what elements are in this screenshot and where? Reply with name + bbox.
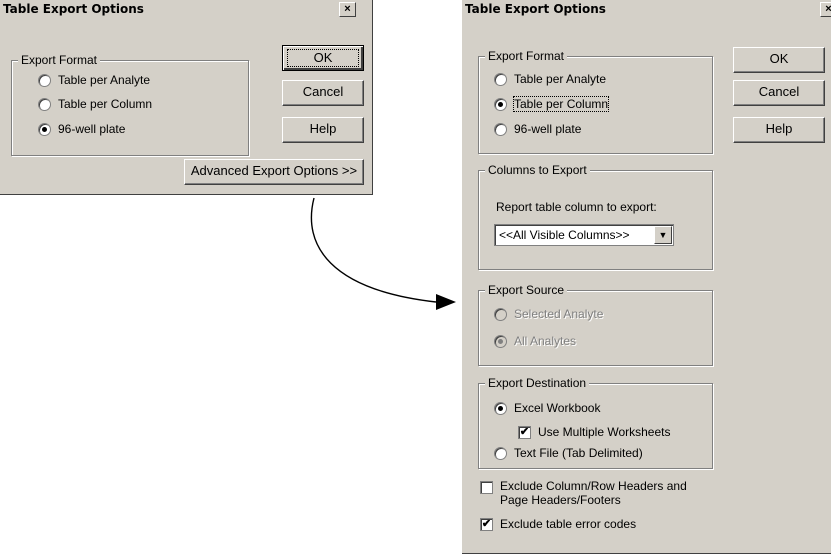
checkbox-label-line2: Page Headers/Footers: [500, 493, 621, 507]
radio-text-file[interactable]: Text File (Tab Delimited): [494, 445, 643, 461]
radio-icon: [494, 334, 507, 348]
checkmark-icon: ✔: [518, 425, 531, 439]
radio-label: Table per Analyte: [514, 72, 607, 86]
checkmark-icon: ✔: [480, 517, 493, 531]
checkbox-use-multiple-worksheets[interactable]: ✔ Use Multiple Worksheets: [518, 424, 671, 440]
radio-label: All Analytes: [514, 334, 577, 348]
export-destination-legend: Export Destination: [485, 376, 590, 390]
radio-icon: [494, 401, 507, 415]
right-help-button[interactable]: Help: [733, 117, 825, 143]
columns-dropdown-value: <<All Visible Columns>>: [499, 228, 630, 242]
report-column-label: Report table column to export:: [496, 200, 657, 214]
radio-label: Table per Column: [512, 96, 610, 112]
right-dialog: Table Export Options × Export Format Tab…: [462, 0, 831, 554]
columns-to-export-legend: Columns to Export: [485, 163, 590, 177]
export-source-group: Export Source: [478, 283, 713, 366]
radio-icon: [494, 446, 507, 460]
columns-dropdown[interactable]: <<All Visible Columns>> ▼: [494, 224, 674, 246]
checkbox-label-line1: Exclude Column/Row Headers and: [500, 479, 687, 493]
right-dialog-title: Table Export Options: [465, 2, 606, 16]
radio-all-analytes: All Analytes: [494, 333, 576, 349]
dropdown-arrow-icon[interactable]: ▼: [654, 226, 672, 244]
close-icon[interactable]: ×: [820, 2, 831, 17]
radio-icon: [494, 122, 507, 136]
columns-to-export-group: Columns to Export: [478, 163, 713, 270]
checkbox-icon: [480, 481, 493, 494]
radio-label: Selected Analyte: [514, 307, 604, 321]
radio-label: Text File (Tab Delimited): [514, 446, 643, 460]
right-dialog-titlebar: Table Export Options: [462, 0, 831, 18]
radio-label: Excel Workbook: [514, 401, 601, 415]
radio-label: 96-well plate: [514, 122, 582, 136]
checkbox-exclude-error-codes[interactable]: ✔ Exclude table error codes: [480, 516, 636, 532]
right-ok-button[interactable]: OK: [733, 47, 825, 73]
right-cancel-button[interactable]: Cancel: [733, 80, 825, 106]
radio-icon: [494, 72, 507, 86]
right-radio-table-per-analyte[interactable]: Table per Analyte: [494, 71, 606, 87]
radio-icon: [494, 97, 507, 111]
radio-icon: [494, 307, 507, 321]
export-source-legend: Export Source: [485, 283, 568, 297]
right-radio-96-well-plate[interactable]: 96-well plate: [494, 121, 581, 137]
right-radio-table-per-column[interactable]: Table per Column: [494, 96, 610, 112]
checkbox-label: Exclude table error codes: [500, 517, 637, 531]
right-export-format-legend: Export Format: [485, 49, 568, 63]
checkbox-label: Use Multiple Worksheets: [538, 425, 671, 439]
radio-excel-workbook[interactable]: Excel Workbook: [494, 400, 600, 416]
radio-selected-analyte: Selected Analyte: [494, 306, 603, 322]
